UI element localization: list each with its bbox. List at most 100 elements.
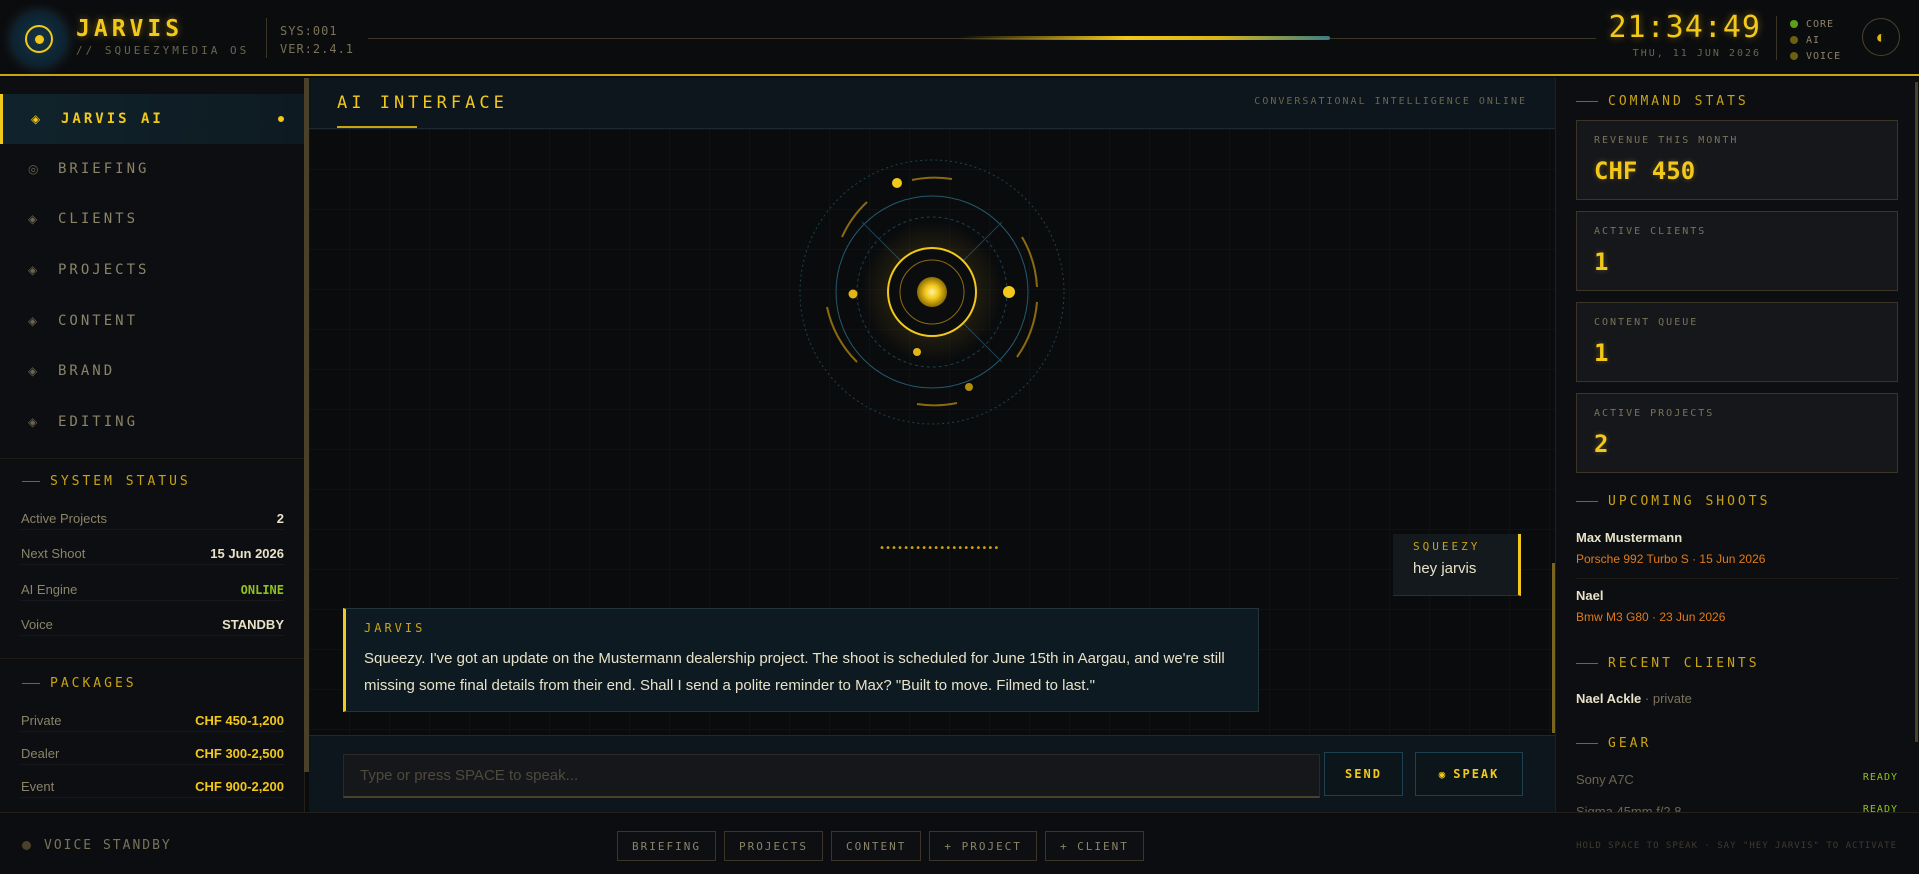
package-row: Dealer CHF 300-2,500 — [21, 743, 284, 765]
stat-label: CONTENT QUEUE — [1594, 317, 1699, 328]
user-message: SQUEEZY hey jarvis — [1393, 534, 1521, 596]
package-key: Dealer — [21, 746, 60, 761]
gear-item: Sony A7C READY — [1576, 772, 1898, 787]
sidebar-item-label: JARVIS AI — [61, 111, 164, 127]
brand-title: JARVIS — [76, 16, 184, 42]
quick-projects-button[interactable]: PROJECTS — [723, 831, 823, 861]
recent-clients-title: RECENT CLIENTS — [1576, 656, 1760, 671]
theme-toggle-button[interactable]: ◐ — [1862, 18, 1900, 56]
message-input[interactable] — [343, 754, 1320, 798]
message-author: JARVIS — [364, 621, 426, 635]
title-underline — [337, 126, 417, 128]
ai-orb-icon — [799, 159, 1065, 425]
status-dot-icon — [1790, 20, 1798, 28]
sidebar-item-label: EDITING — [58, 414, 139, 430]
sidebar-item-label: CLIENTS — [58, 211, 139, 227]
shoot-item[interactable]: Nael Bmw M3 G80 · 23 Jun 2026 — [1576, 588, 1898, 624]
package-row: Private CHF 450-1,200 — [21, 710, 284, 732]
ai-message: JARVIS Squeezy. I've got an update on th… — [343, 608, 1259, 712]
stat-card-active-projects: ACTIVE PROJECTS 2 — [1576, 393, 1898, 473]
ai-status-text: CONVERSATIONAL INTELLIGENCE ONLINE — [1254, 96, 1527, 107]
contrast-icon: ◐ — [1875, 26, 1887, 47]
voice-level-meter: •••••••••••••••••••• — [879, 543, 1000, 554]
gear-title: GEAR — [1576, 736, 1651, 751]
sidebar-item-content[interactable]: ◈ CONTENT — [0, 296, 304, 346]
diamond-icon: ◈ — [28, 364, 38, 378]
gear-name: Sony A7C — [1576, 772, 1634, 787]
stat-value: CHF 450 — [1594, 157, 1696, 185]
stat-value: 1 — [1594, 339, 1609, 367]
diamond-icon: ◈ — [28, 263, 38, 277]
status-row: Next Shoot 15 Jun 2026 — [21, 543, 284, 565]
keyboard-hint: HOLD SPACE TO SPEAK · SAY "HEY JARVIS" T… — [1576, 841, 1897, 851]
indicator-ai: AI — [1790, 32, 1841, 48]
send-button[interactable]: SEND — [1324, 752, 1403, 796]
indicator-voice: VOICE — [1790, 48, 1841, 64]
status-row: Voice STANDBY — [21, 614, 284, 636]
top-header: JARVIS // SQUEEZYMEDIA OS SYS:001 VER:2.… — [0, 0, 1919, 76]
stat-value: 2 — [1594, 430, 1609, 458]
main-header: AI INTERFACE CONVERSATIONAL INTELLIGENCE… — [309, 78, 1555, 129]
sys-id-text: SYS:001 — [280, 24, 338, 38]
system-id: SYS:001 VER:2.4.1 — [280, 22, 354, 58]
sidebar-item-clients[interactable]: ◈ CLIENTS — [0, 194, 304, 244]
list-divider — [1576, 578, 1898, 579]
right-panel: COMMAND STATS REVENUE THIS MONTH CHF 450… — [1555, 78, 1919, 819]
diamond-icon: ◈ — [28, 212, 38, 226]
status-key: Active Projects — [21, 511, 107, 526]
package-row: Event CHF 900-2,200 — [21, 776, 284, 798]
status-indicators: CORE AI VOICE — [1790, 16, 1841, 64]
stat-value: 1 — [1594, 248, 1609, 276]
stat-card-active-clients: ACTIVE CLIENTS 1 — [1576, 211, 1898, 291]
voice-status-dot-icon — [22, 841, 31, 850]
add-project-button[interactable]: + PROJECT — [929, 831, 1037, 861]
sidebar-item-label: BRIEFING — [58, 161, 150, 177]
record-icon: ◉ — [1438, 767, 1448, 781]
date: THU, 11 JUN 2026 — [1632, 48, 1761, 59]
header-divider — [266, 18, 267, 58]
quick-content-button[interactable]: CONTENT — [830, 831, 922, 861]
shoot-detail: Bmw M3 G80 · 23 Jun 2026 — [1576, 610, 1726, 624]
package-price: CHF 900-2,200 — [195, 779, 284, 794]
quick-briefing-button[interactable]: BRIEFING — [617, 831, 716, 861]
main-panel: AI INTERFACE CONVERSATIONAL INTELLIGENCE… — [309, 78, 1555, 812]
sidebar-item-editing[interactable]: ◈ EDITING — [0, 397, 304, 447]
sidebar-item-label: CONTENT — [58, 313, 139, 329]
message-author: SQUEEZY — [1413, 540, 1481, 553]
status-value: 15 Jun 2026 — [210, 546, 284, 561]
add-client-button[interactable]: + CLIENT — [1044, 831, 1144, 861]
package-price: CHF 450-1,200 — [195, 713, 284, 728]
client-name: Nael Ackle — [1576, 691, 1642, 706]
message-text: Squeezy. I've got an update on the Muste… — [364, 650, 1225, 694]
recent-client-item[interactable]: Nael Ackle · private — [1576, 691, 1692, 706]
sidebar-item-briefing[interactable]: ◎ BRIEFING — [0, 144, 304, 194]
active-indicator-icon — [278, 116, 284, 122]
shoot-client: Nael — [1576, 588, 1604, 603]
status-value: STANDBY — [222, 617, 284, 632]
shoot-item[interactable]: Max Mustermann Porsche 992 Turbo S · 15 … — [1576, 530, 1898, 566]
client-type: · private — [1641, 691, 1692, 706]
shoot-client: Max Mustermann — [1576, 530, 1683, 545]
sidebar-item-brand[interactable]: ◈ BRAND — [0, 346, 304, 396]
indicator-label: VOICE — [1806, 50, 1842, 62]
sidebar-item-jarvis-ai[interactable]: ◈ JARVIS AI — [0, 94, 304, 144]
right-panel-scrollbar[interactable] — [1915, 82, 1918, 742]
diamond-icon: ◈ — [28, 314, 38, 328]
footer: VOICE STANDBY BRIEFING PROJECTS CONTENT … — [0, 812, 1919, 874]
page-title: AI INTERFACE — [337, 93, 508, 113]
version-text: VER:2.4.1 — [280, 42, 355, 56]
status-row: AI Engine ONLINE — [21, 579, 284, 601]
upcoming-shoots-title: UPCOMING SHOOTS — [1576, 494, 1770, 509]
packages-title: PACKAGES — [22, 676, 137, 691]
gear-status: READY — [1862, 772, 1898, 783]
status-row: Active Projects 2 — [21, 508, 284, 530]
indicator-core: CORE — [1790, 16, 1841, 32]
status-dot-icon — [1790, 52, 1798, 60]
speak-button[interactable]: ◉ SPEAK — [1415, 752, 1523, 796]
stat-label: ACTIVE CLIENTS — [1594, 226, 1707, 237]
sidebar-item-projects[interactable]: ◈ PROJECTS — [0, 245, 304, 295]
voice-status: VOICE STANDBY — [44, 838, 172, 853]
diamond-icon: ◈ — [28, 415, 38, 429]
target-icon: ◎ — [28, 162, 39, 176]
package-price: CHF 300-2,500 — [195, 746, 284, 761]
